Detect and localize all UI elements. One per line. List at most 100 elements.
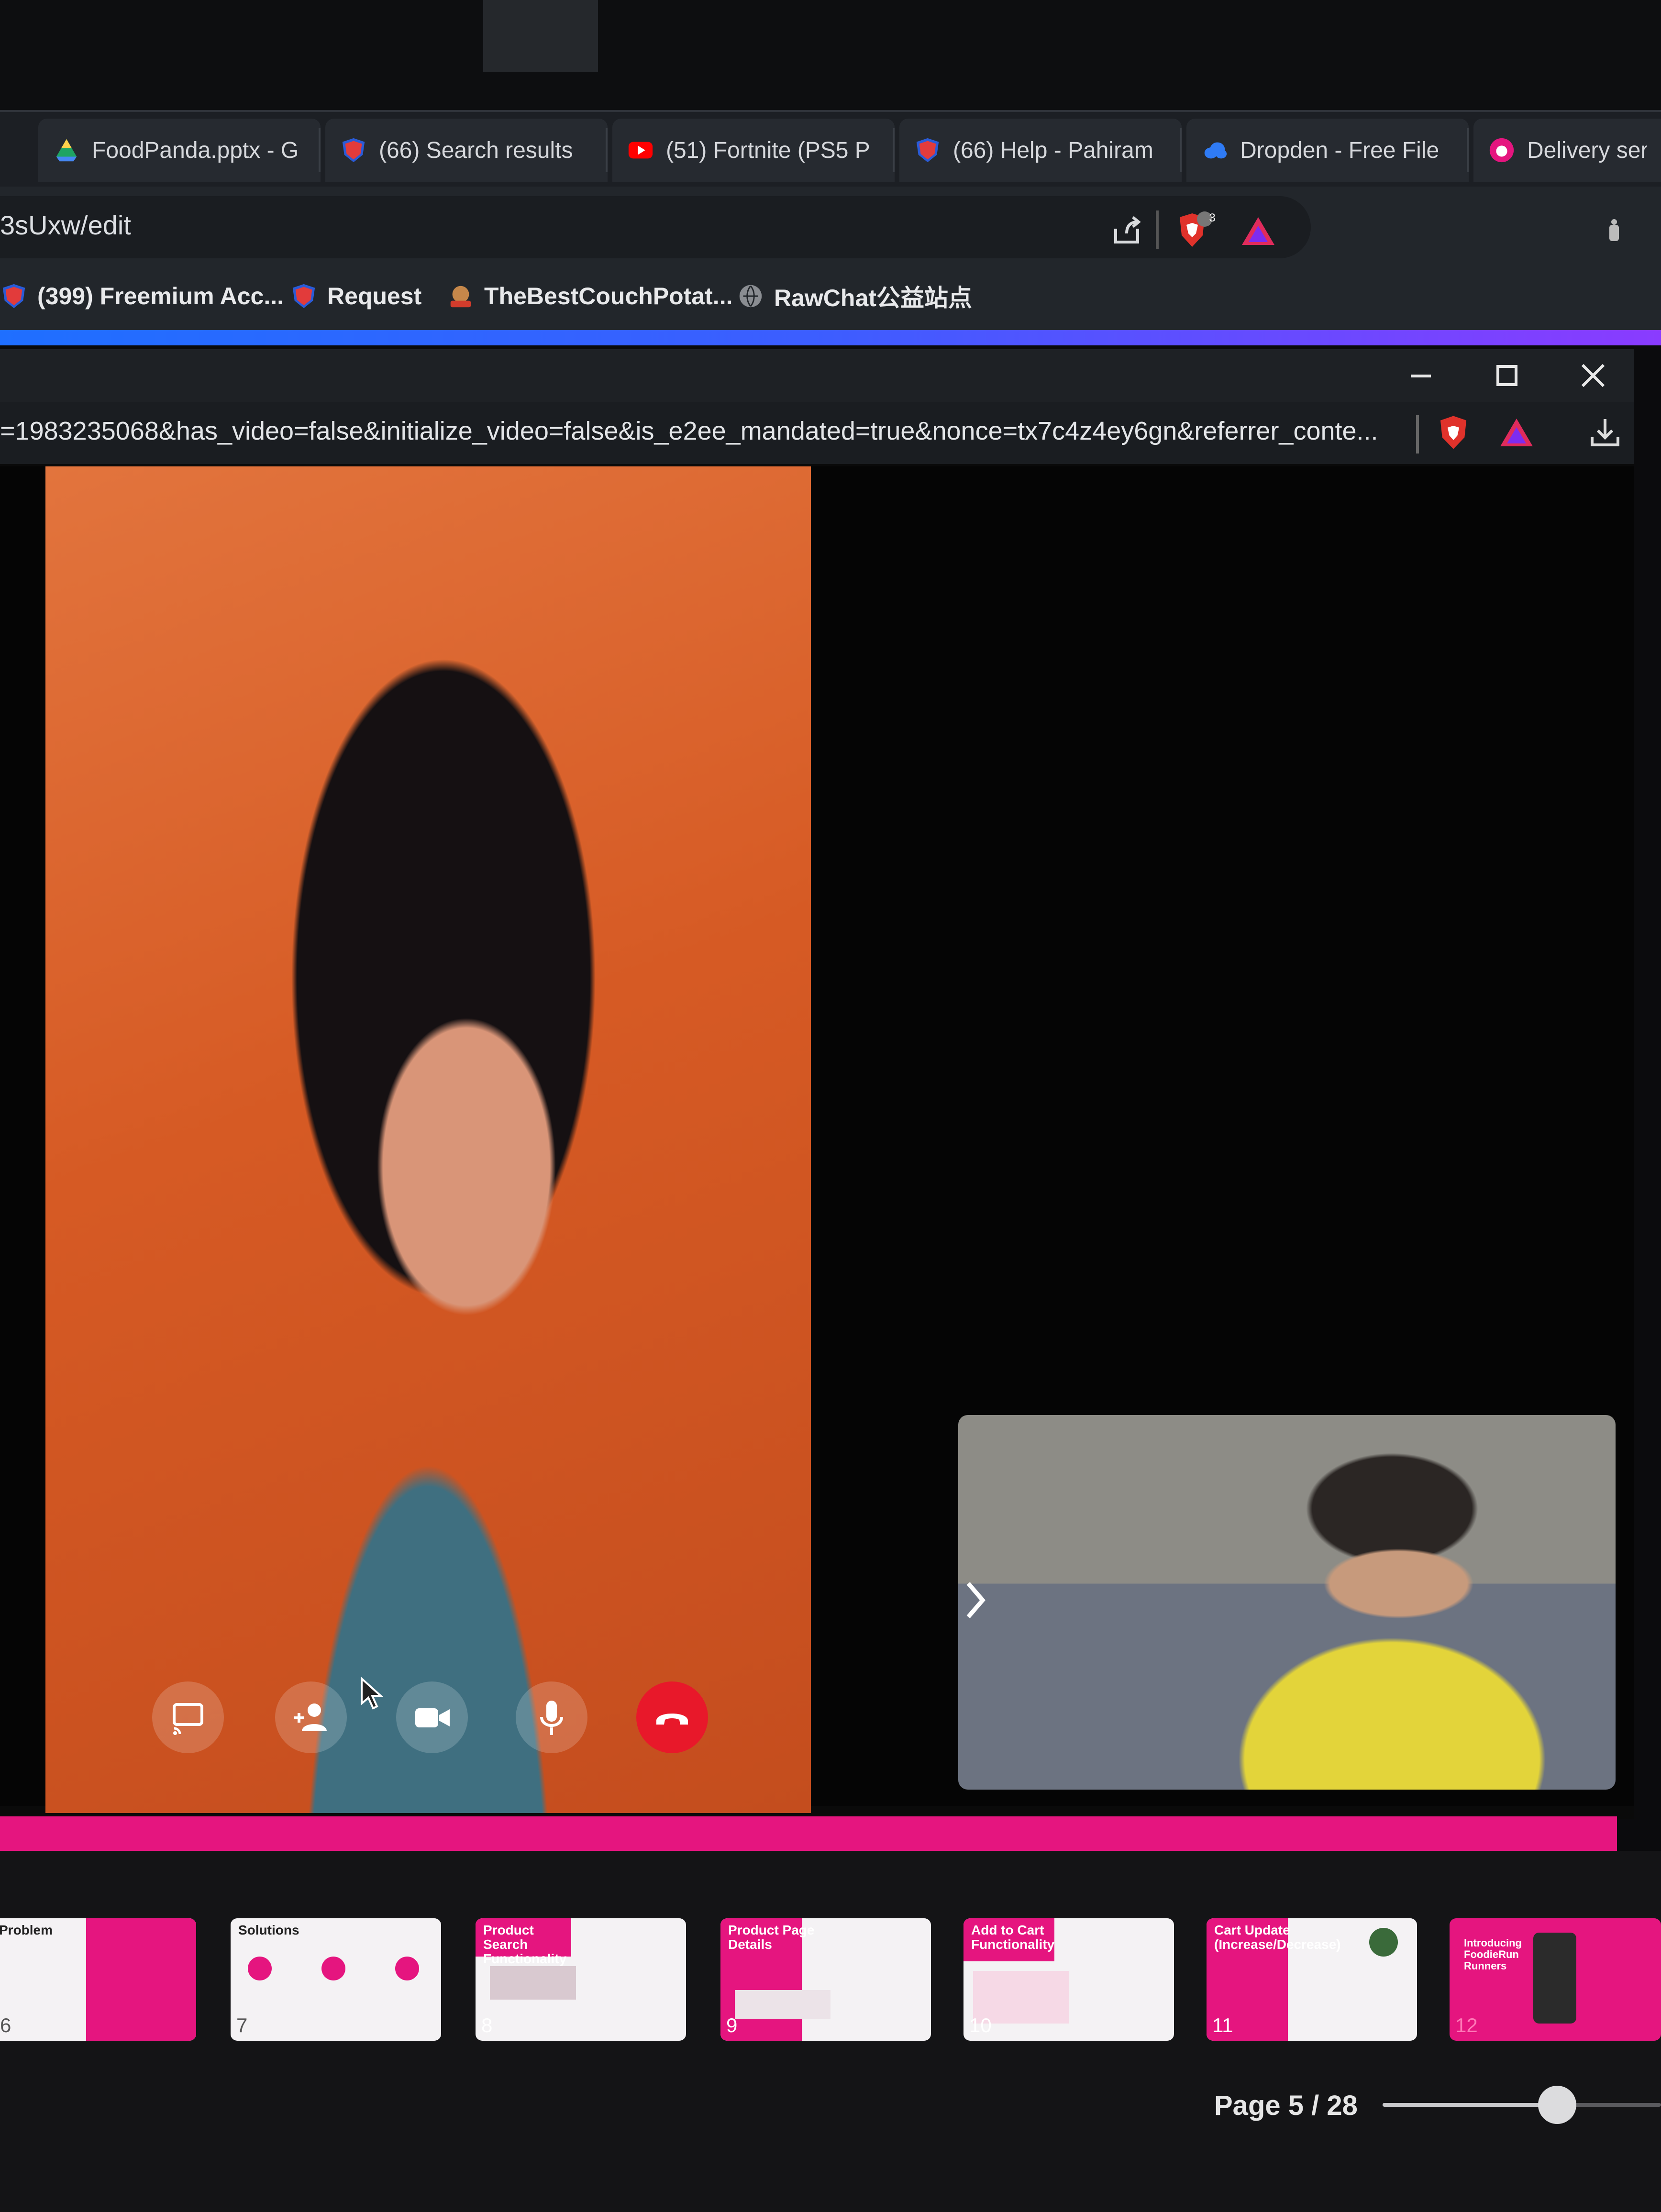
slide-title: Introducing FoodieRun Runners (1464, 1937, 1522, 1972)
shield-logo-icon (342, 138, 365, 163)
address-bar-url[interactable]: 3sUxw/edit (0, 210, 131, 241)
brave-shield-icon[interactable] (1433, 412, 1473, 453)
chevron-right-icon[interactable] (962, 1579, 990, 1622)
tab-delivery-service[interactable]: Delivery serv (1473, 119, 1661, 182)
browser-tab-strip: FoodPanda.pptx - G (66) Search results (… (0, 110, 1661, 188)
tab-label: FoodPanda.pptx - G (92, 137, 299, 163)
tab-label: Dropden - Free File (1240, 137, 1440, 163)
slide-number: 11 (1212, 2014, 1233, 2036)
tab-label: (51) Fortnite (PS5 P (666, 137, 870, 163)
browser-accent-bar (0, 330, 1661, 345)
solution-bullet-icon (321, 1957, 345, 1980)
microphone-button[interactable] (516, 1681, 587, 1753)
mouse-cursor-icon (361, 1677, 384, 1710)
slide-title: Add to Cart Functionality (971, 1923, 1055, 1952)
slide-thumbnail[interactable]: Cart Update (Increase/Decrease) 11 (1207, 1918, 1417, 2041)
slide-thumbnail[interactable]: Product Page Details 9 (720, 1918, 931, 2041)
minimize-icon (1411, 375, 1431, 377)
tab-divider (893, 128, 895, 172)
tab-fortnite[interactable]: (51) Fortnite (PS5 P (612, 119, 895, 182)
extension-icon[interactable] (1605, 217, 1624, 246)
slide-title: Problem (0, 1923, 53, 1937)
cloud-icon (1204, 142, 1227, 159)
page-indicator: Page 5 / 28 (1214, 2090, 1358, 2121)
slide-number: 12 (1455, 2014, 1478, 2036)
tab-divider (1467, 128, 1469, 172)
address-bar-divider (1156, 210, 1159, 249)
slide-thumbnail[interactable]: Product Search Functionality 8 (476, 1918, 686, 2041)
bookmark-label: TheBestCouchPotat... (484, 283, 733, 310)
tab-label: Delivery serv (1527, 137, 1647, 163)
slide-thumbnail[interactable]: Add to Cart Functionality 10 (963, 1918, 1174, 2041)
slide-title: Cart Update (Increase/Decrease) (1214, 1923, 1341, 1952)
maximize-icon (1496, 365, 1517, 386)
tab-label: (66) Help - Pahiram (953, 137, 1153, 163)
tab-search-results[interactable]: (66) Search results (325, 119, 608, 182)
share-icon[interactable] (1110, 214, 1143, 248)
tab-divider (1180, 128, 1182, 172)
bookmark-freemium[interactable]: (399) Freemium Acc... (0, 275, 284, 318)
add-person-icon (294, 1703, 327, 1731)
close-button[interactable] (1560, 354, 1627, 397)
tab-foodpanda-pptx[interactable]: FoodPanda.pptx - G (38, 119, 321, 182)
slide-number: 9 (726, 2014, 738, 2036)
close-icon (1581, 364, 1605, 387)
slide-title: Solutions (238, 1923, 299, 1937)
monitor-bezel (0, 0, 1661, 110)
brave-rewards-icon[interactable] (1239, 214, 1277, 248)
phone-mockup (1533, 1933, 1576, 2024)
add-person-button[interactable] (275, 1681, 347, 1753)
end-call-button[interactable] (636, 1681, 708, 1753)
tab-divider (606, 128, 608, 172)
couch-potato-icon (450, 286, 471, 308)
bookmark-couch-potato[interactable]: TheBestCouchPotat... (447, 275, 732, 318)
slide-title: Product Page Details (728, 1923, 815, 1952)
shield-logo-icon (2, 284, 25, 309)
tab-label: (66) Search results (379, 137, 573, 163)
solution-bullet-icon (248, 1957, 272, 1980)
screen-share-button[interactable] (152, 1681, 224, 1753)
slide-number: 8 (481, 2014, 493, 2036)
brave-rewards-icon[interactable] (1497, 415, 1536, 450)
zoom-slider-fill (1383, 2103, 1557, 2107)
tab-dropden[interactable]: Dropden - Free File (1186, 119, 1469, 182)
download-icon[interactable] (1588, 416, 1622, 450)
tab-help-pahiram[interactable]: (66) Help - Pahiram (899, 119, 1182, 182)
url-bar-divider (1416, 415, 1419, 453)
video-camera-button[interactable] (396, 1681, 468, 1753)
bookmark-label: RawChat公益站点 (774, 285, 972, 311)
slide-number: 6 (0, 2014, 11, 2036)
foodpanda-icon (1489, 138, 1514, 163)
slide-accent-block (86, 1918, 196, 2041)
remote-video-feed (45, 466, 811, 1813)
minimize-button[interactable] (1387, 354, 1454, 397)
slide-number: 7 (236, 2014, 248, 2036)
shield-logo-icon (916, 138, 939, 163)
shield-count-badge: 3 (1209, 211, 1216, 224)
globe-icon (739, 285, 762, 308)
tab-divider (319, 128, 321, 172)
solution-bullet-icon (395, 1957, 419, 1980)
slide-title: Product Search Functionality (483, 1923, 567, 1966)
shield-logo-icon (292, 284, 315, 309)
maximize-button[interactable] (1473, 354, 1540, 397)
bookmark-request[interactable]: Request (290, 275, 421, 318)
slide-image (735, 1990, 830, 2019)
slide-thumbnail[interactable]: Introducing FoodieRun Runners 12 (1450, 1918, 1661, 2041)
self-video-feed (958, 1415, 1616, 1790)
video-camera-icon (415, 1708, 450, 1727)
google-drive-icon (56, 139, 77, 162)
slide-thumbnail[interactable]: Solutions 7 (231, 1918, 441, 2041)
bookmark-label: Request (327, 283, 422, 310)
slide-image (490, 1966, 576, 2000)
slide-number: 10 (969, 2014, 992, 2036)
call-window-url[interactable]: =1983235068&has_video=false&initialize_v… (0, 416, 1378, 446)
youtube-icon (628, 142, 653, 159)
slide-accent-bar (0, 1816, 1617, 1851)
slide-thumbnail[interactable]: Problem 6 (0, 1918, 196, 2041)
hang-up-icon (656, 1714, 688, 1725)
bookmark-rawchat[interactable]: RawChat公益站点 (737, 275, 972, 318)
avatar (1369, 1928, 1398, 1957)
zoom-slider-handle[interactable] (1538, 2086, 1576, 2124)
screen-share-icon (173, 1703, 203, 1735)
